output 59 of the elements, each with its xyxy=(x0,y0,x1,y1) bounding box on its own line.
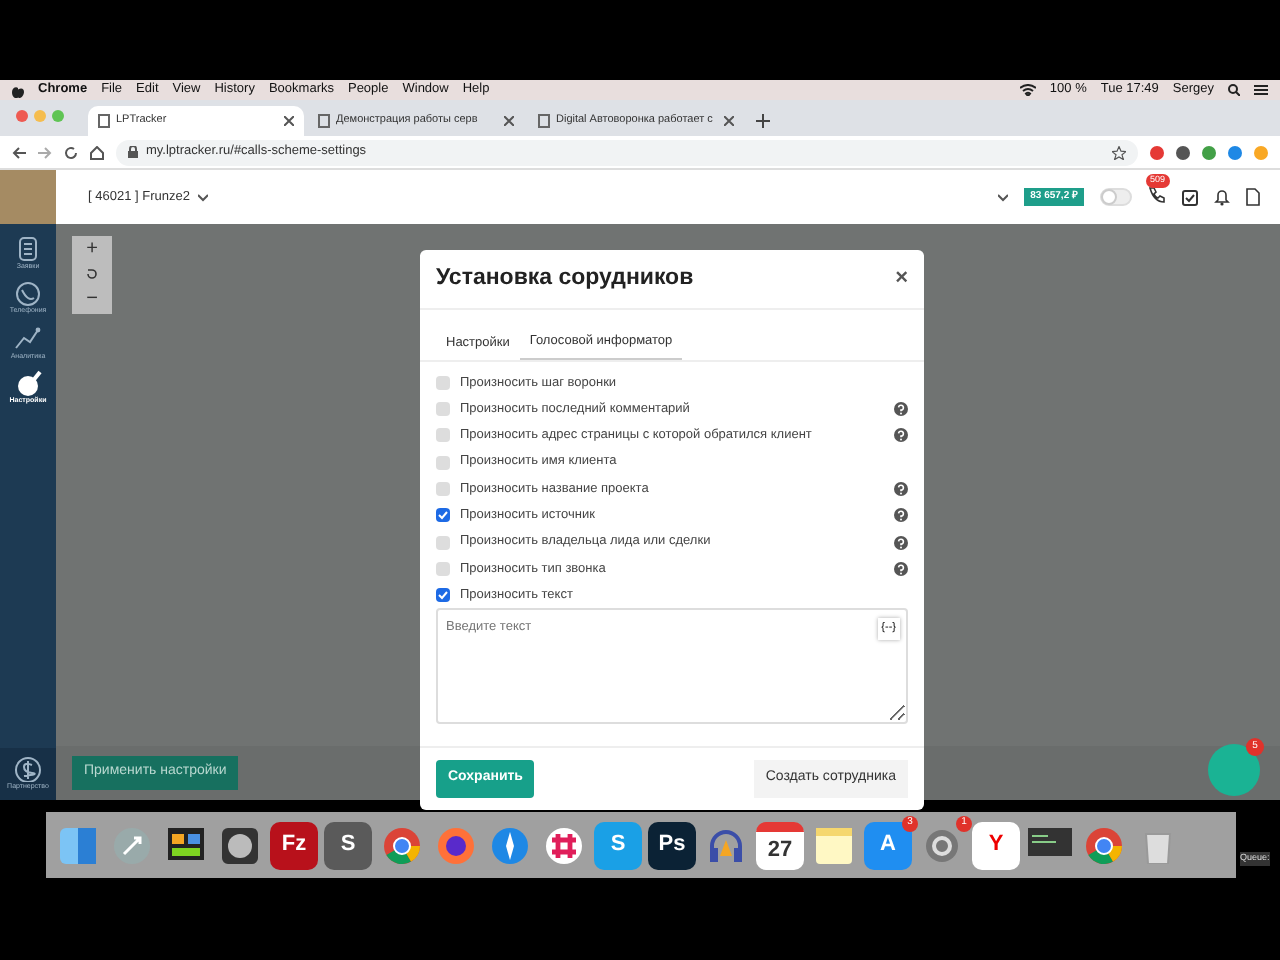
checkbox[interactable] xyxy=(436,402,450,417)
checkbox[interactable] xyxy=(436,482,450,497)
app-icon[interactable]: S xyxy=(324,821,372,869)
plus-icon[interactable] xyxy=(756,114,770,128)
help-icon[interactable] xyxy=(894,402,908,417)
reload-icon[interactable] xyxy=(64,145,78,159)
checkbox[interactable] xyxy=(436,428,450,443)
checkbox[interactable] xyxy=(436,535,450,550)
help-icon[interactable] xyxy=(894,535,908,550)
photo-placeholder xyxy=(0,170,56,224)
lock-icon xyxy=(128,146,138,158)
reset-icon[interactable] xyxy=(86,268,98,281)
close-icon[interactable] xyxy=(284,116,294,126)
wifi-icon xyxy=(1019,84,1036,96)
bell-icon[interactable] xyxy=(1214,188,1230,206)
close-icon[interactable] xyxy=(504,116,514,126)
caret-icon xyxy=(197,193,208,201)
app-icon[interactable]: Fz xyxy=(270,821,318,869)
close-icon[interactable] xyxy=(724,116,734,126)
phone-icon xyxy=(14,280,42,307)
page-icon xyxy=(98,114,110,128)
star-icon[interactable] xyxy=(1112,145,1126,159)
checkbox[interactable] xyxy=(436,561,450,576)
headphones-icon[interactable] xyxy=(708,827,744,863)
help-icon[interactable] xyxy=(894,561,908,576)
caret-icon[interactable] xyxy=(998,193,1009,201)
calendar-icon[interactable]: 27 xyxy=(756,821,804,869)
search-icon[interactable] xyxy=(1228,84,1240,96)
checkbox[interactable] xyxy=(436,375,450,390)
page-icon xyxy=(318,114,330,128)
zoom-in-button[interactable]: + xyxy=(86,240,98,261)
globe-icon[interactable] xyxy=(438,827,474,863)
help-icon[interactable] xyxy=(894,482,908,497)
dollar-icon xyxy=(13,755,42,782)
checkbox[interactable] xyxy=(436,455,450,470)
disk-icon[interactable] xyxy=(222,827,258,863)
window-icon[interactable] xyxy=(168,827,204,863)
compass-icon[interactable] xyxy=(492,827,528,863)
list-icon[interactable] xyxy=(1254,84,1268,96)
app-icon[interactable]: Ps xyxy=(648,821,696,869)
close-button[interactable]: × xyxy=(895,268,908,290)
checkbox[interactable] xyxy=(436,508,450,523)
app-icon[interactable]: Y xyxy=(972,821,1020,869)
apple-icon xyxy=(12,83,24,97)
toggle-switch[interactable] xyxy=(1100,188,1132,206)
help-icon[interactable] xyxy=(894,508,908,523)
phone-icon[interactable] xyxy=(1148,186,1166,205)
modal-title: Установка сорудников xyxy=(436,263,694,294)
chart-icon xyxy=(13,325,42,351)
back-icon[interactable] xyxy=(12,145,26,159)
page-icon xyxy=(538,114,550,128)
list-icon xyxy=(14,236,42,262)
checkbox[interactable] xyxy=(436,588,450,603)
home-icon[interactable] xyxy=(90,145,104,159)
document-icon[interactable] xyxy=(1246,188,1260,206)
checkbox-icon[interactable] xyxy=(1182,189,1198,205)
zoom-out-button[interactable]: − xyxy=(86,289,98,310)
help-icon[interactable] xyxy=(894,428,908,443)
gear-icon[interactable] xyxy=(924,827,960,863)
